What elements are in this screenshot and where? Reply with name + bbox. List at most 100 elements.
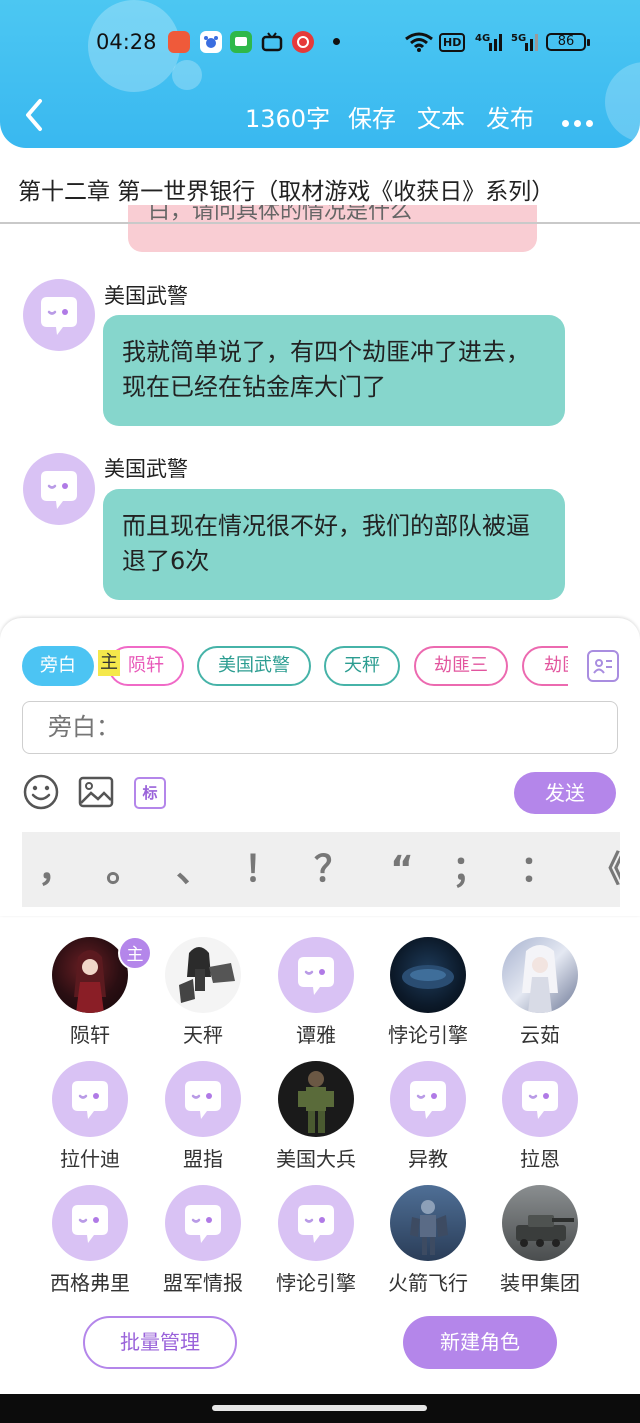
character-item[interactable]: 盟指 xyxy=(147,1061,259,1171)
character-item[interactable]: 拉什迪 xyxy=(34,1061,146,1171)
punct-key[interactable]: ： xyxy=(518,832,558,907)
character-item[interactable]: 天秤 xyxy=(147,937,259,1047)
character-avatar xyxy=(52,1061,128,1137)
character-name: 西格弗里 xyxy=(50,1271,130,1295)
default-avatar-icon xyxy=(298,1205,334,1243)
mark-button[interactable]: 标 xyxy=(134,777,166,809)
character-name: 盟军情报 xyxy=(163,1271,243,1295)
new-role-button[interactable]: 新建角色 xyxy=(403,1316,557,1369)
character-avatar xyxy=(278,937,354,1013)
punct-key[interactable]: 。 xyxy=(104,832,144,907)
character-item[interactable]: 拉恩 xyxy=(484,1061,596,1171)
character-name: 美国大兵 xyxy=(276,1147,356,1171)
default-avatar-icon xyxy=(185,1205,221,1243)
battery-indicator: 86 xyxy=(546,33,590,51)
punct-key[interactable]: 、 xyxy=(174,832,214,907)
signal-5g-icon: 5G xyxy=(511,31,541,57)
character-item[interactable]: 盟军情报 xyxy=(147,1185,259,1295)
role-chip-clip: 劫匪 xyxy=(522,646,568,686)
character-avatar xyxy=(165,1061,241,1137)
chevron-left-icon xyxy=(26,99,42,131)
main-role-tag: 主 xyxy=(98,650,120,676)
app-notification-icon xyxy=(168,31,190,53)
default-avatar-icon xyxy=(72,1205,108,1243)
back-button[interactable] xyxy=(20,96,50,136)
character-item[interactable]: 装甲集团 xyxy=(484,1185,596,1295)
sender-avatar[interactable] xyxy=(23,453,95,525)
character-name: 火箭飞行 xyxy=(388,1271,468,1295)
message-bubble[interactable]: 而且现在情况很不好，我们的部队被逼退了6次 xyxy=(103,489,565,600)
emoji-button[interactable] xyxy=(23,774,59,810)
character-avatar xyxy=(165,937,241,1013)
character-name: 悖论引擎 xyxy=(276,1271,356,1295)
role-chip[interactable]: 天秤 xyxy=(324,646,400,686)
character-avatar xyxy=(52,937,128,1013)
baidu-icon xyxy=(200,31,222,53)
role-card-button[interactable] xyxy=(587,650,619,682)
text-mode-button[interactable]: 文本 xyxy=(417,99,465,134)
default-avatar-icon xyxy=(410,1081,446,1119)
message-bubble[interactable]: 我就简单说了，有四个劫匪冲了进去，现在已经在钻金库大门了 xyxy=(103,315,565,426)
character-name: 陨轩 xyxy=(70,1023,110,1047)
save-button[interactable]: 保存 xyxy=(348,99,396,134)
character-item[interactable]: 西格弗里 xyxy=(34,1185,146,1295)
character-item[interactable]: 悖论引擎 xyxy=(260,1185,372,1295)
punct-key[interactable]: ！ xyxy=(242,832,282,907)
role-chip[interactable]: 劫匪三 xyxy=(414,646,508,686)
character-item[interactable]: 悖论引擎 xyxy=(372,937,484,1047)
default-avatar-icon xyxy=(72,1081,108,1119)
punct-key[interactable]: “ xyxy=(382,832,422,907)
more-menu-button[interactable] xyxy=(562,112,598,127)
punct-key[interactable]: ； xyxy=(450,832,490,907)
character-name: 装甲集团 xyxy=(500,1271,580,1295)
message-app-icon xyxy=(230,31,252,53)
character-avatar xyxy=(502,937,578,1013)
character-item[interactable]: 美国大兵 xyxy=(260,1061,372,1171)
word-count: 1360字 xyxy=(245,105,331,133)
character-avatar xyxy=(502,1061,578,1137)
character-name: 盟指 xyxy=(183,1147,223,1171)
sender-avatar[interactable] xyxy=(23,279,95,351)
role-chip[interactable]: 美国武警 xyxy=(197,646,311,686)
character-item[interactable]: 火箭飞行 xyxy=(372,1185,484,1295)
character-name: 云茹 xyxy=(520,1023,560,1047)
svg-text:4G: 4G xyxy=(475,33,490,44)
punct-key[interactable]: ？ xyxy=(312,832,352,907)
batch-manage-button[interactable]: 批量管理 xyxy=(83,1316,237,1369)
character-item[interactable]: 异教 xyxy=(372,1061,484,1171)
default-avatar-icon xyxy=(298,957,334,995)
send-button[interactable]: 发送 xyxy=(514,772,616,814)
sender-name: 美国武警 xyxy=(104,284,188,308)
message-input[interactable] xyxy=(22,701,618,754)
punct-key[interactable]: ， xyxy=(36,832,76,907)
character-item[interactable]: 谭雅 xyxy=(260,937,372,1047)
default-avatar-icon xyxy=(41,297,77,335)
sender-name: 美国武警 xyxy=(104,457,188,481)
netease-music-icon xyxy=(292,31,314,53)
contact-card-icon xyxy=(593,659,612,674)
character-name: 天秤 xyxy=(183,1023,223,1047)
signal-4g-icon: 4G xyxy=(475,31,505,57)
svg-text:5G: 5G xyxy=(511,33,526,44)
role-chip[interactable]: 劫匪 xyxy=(522,646,568,686)
character-item[interactable]: 云茹 xyxy=(484,937,596,1047)
default-avatar-icon xyxy=(185,1081,221,1119)
character-name: 拉恩 xyxy=(520,1147,560,1171)
more-dots-icon xyxy=(562,120,569,127)
title-divider xyxy=(0,222,640,224)
default-avatar-icon xyxy=(41,471,77,509)
image-button[interactable] xyxy=(78,774,114,810)
bilibili-tv-icon xyxy=(261,31,283,53)
publish-button[interactable]: 发布 xyxy=(486,99,534,134)
character-avatar xyxy=(165,1185,241,1261)
character-avatar xyxy=(278,1061,354,1137)
chapter-title[interactable]: 第十二章 第一世界银行（取材游戏《收获日》系列） xyxy=(18,172,554,206)
character-avatar xyxy=(390,937,466,1013)
punctuation-bar: ， 。 、 ！ ？ “ ； ： 《 xyxy=(22,832,620,907)
character-avatar xyxy=(278,1185,354,1261)
narration-bubble[interactable]: 白，请问具体的情况是什么 xyxy=(128,205,537,252)
home-indicator[interactable] xyxy=(212,1405,427,1411)
punct-key[interactable]: 《 xyxy=(588,832,620,907)
role-chip-narration[interactable]: 旁白 xyxy=(22,646,94,686)
character-avatar xyxy=(52,1185,128,1261)
